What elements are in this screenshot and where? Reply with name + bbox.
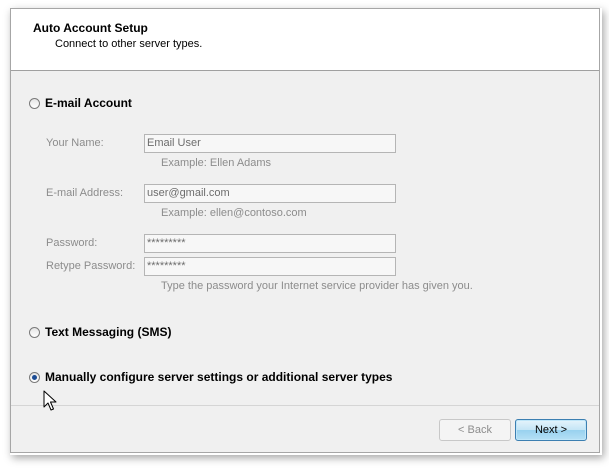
email-address-label: E-mail Address: <box>46 187 124 199</box>
email-account-radio[interactable] <box>29 97 40 109</box>
footer-divider <box>11 405 599 406</box>
page-title: Auto Account Setup <box>33 21 148 35</box>
your-name-hint: Example: Ellen Adams <box>161 157 272 169</box>
page-subtitle: Connect to other server types. <box>55 38 203 50</box>
header-panel: Auto Account Setup Connect to other serv… <box>11 9 599 71</box>
next-button[interactable]: Next > <box>515 419 587 441</box>
retype-password-field[interactable]: ********* <box>144 257 396 276</box>
your-name-field[interactable]: Email User <box>144 134 396 153</box>
your-name-label: Your Name: <box>46 137 104 149</box>
email-account-label: E-mail Account <box>45 96 132 110</box>
manual-config-label: Manually configure server settings or ad… <box>45 370 393 384</box>
text-messaging-radio[interactable] <box>29 326 40 338</box>
email-account-option[interactable]: E-mail Account <box>29 96 132 110</box>
email-address-hint: Example: ellen@contoso.com <box>161 207 307 219</box>
text-messaging-label: Text Messaging (SMS) <box>45 325 172 339</box>
text-messaging-option[interactable]: Text Messaging (SMS) <box>29 325 171 339</box>
password-hint: Type the password your Internet service … <box>161 280 473 292</box>
email-address-field[interactable]: user@gmail.com <box>144 184 396 203</box>
password-label: Password: <box>46 237 98 249</box>
manual-config-radio[interactable] <box>29 371 40 383</box>
retype-password-label: Retype Password: <box>46 260 136 272</box>
back-button[interactable]: < Back <box>439 419 511 441</box>
arrow-cursor-icon <box>43 390 57 411</box>
add-account-dialog: Auto Account Setup Connect to other serv… <box>10 8 600 453</box>
password-field[interactable]: ********* <box>144 234 396 253</box>
manual-config-option[interactable]: Manually configure server settings or ad… <box>29 370 392 384</box>
